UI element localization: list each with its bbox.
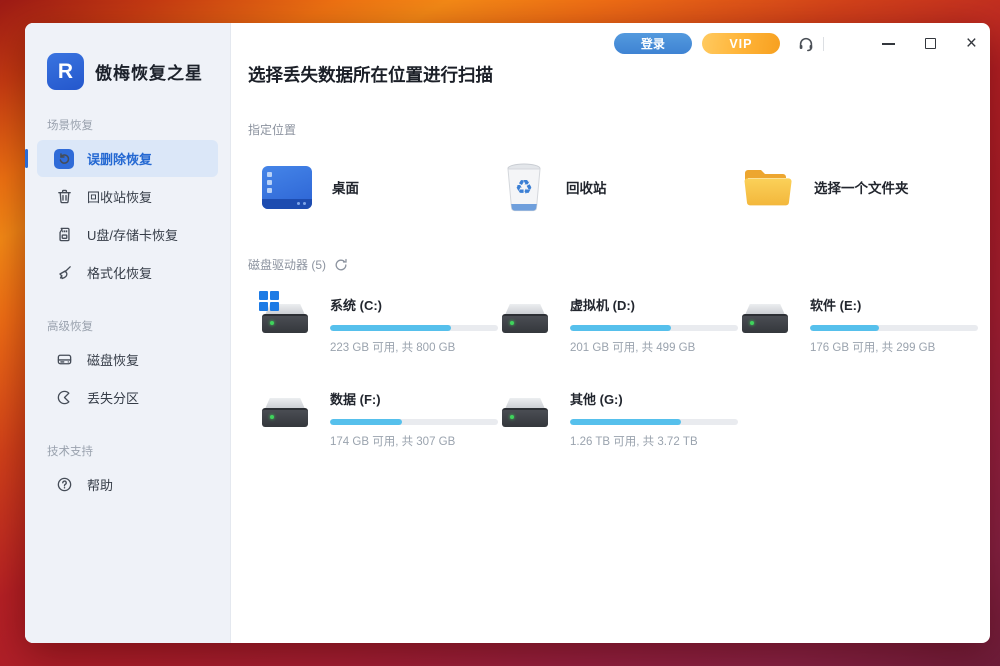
undo-icon — [54, 149, 74, 169]
hard-drive-icon — [502, 297, 548, 335]
drive-e[interactable]: 软件 (E:) 176 GB 可用, 共 299 GB — [742, 293, 982, 355]
svg-text:♻: ♻ — [515, 175, 533, 199]
sidebar-item-label: U盘/存储卡恢复 — [87, 225, 178, 244]
drive-name: 其他 (G:) — [570, 392, 623, 407]
location-recycle-bin[interactable]: ♻ 回收站 — [502, 162, 742, 212]
active-indicator-bar — [25, 149, 28, 168]
drive-d[interactable]: 虚拟机 (D:) 201 GB 可用, 共 499 GB — [502, 293, 742, 355]
titlebar-controls: 登录 VIP × — [614, 33, 977, 54]
login-button[interactable]: 登录 — [614, 33, 692, 54]
refresh-icon[interactable] — [334, 258, 348, 272]
sidebar: R 傲梅恢复之星 场景恢复 误删除恢复 回收站恢复 — [25, 23, 231, 643]
sidebar-section-tech-support: 技术支持 — [47, 443, 230, 459]
app-title: 傲梅恢复之星 — [95, 59, 203, 84]
sidebar-item-label: 误删除恢复 — [87, 149, 152, 168]
drive-usage-fill — [810, 325, 879, 331]
drive-usage-fill — [330, 419, 402, 425]
app-logo: R 傲梅恢复之星 — [25, 53, 230, 90]
drive-name: 软件 (E:) — [810, 298, 861, 313]
windows-logo-icon — [259, 291, 280, 312]
desktop-icon — [262, 166, 312, 209]
location-desktop[interactable]: 桌面 — [262, 162, 502, 212]
drive-name: 数据 (F:) — [330, 392, 381, 407]
drive-capacity-text: 1.26 TB 可用, 共 3.72 TB — [570, 433, 738, 449]
app-logo-icon: R — [47, 53, 84, 90]
sidebar-item-label: 格式化恢复 — [87, 263, 152, 282]
hard-drive-icon — [262, 391, 308, 429]
recycle-bin-icon: ♻ — [502, 162, 546, 212]
sidebar-item-undelete-recovery[interactable]: 误删除恢复 — [37, 140, 218, 177]
location-label: 选择一个文件夹 — [814, 177, 909, 197]
app-window: R 傲梅恢复之星 场景恢复 误删除恢复 回收站恢复 — [25, 23, 990, 643]
sidebar-item-usb-sd-recovery[interactable]: U盘/存储卡恢复 — [37, 216, 218, 253]
disk-icon — [54, 350, 74, 370]
sidebar-item-format-recovery[interactable]: 格式化恢复 — [37, 254, 218, 291]
divider — [823, 37, 824, 51]
location-label: 回收站 — [566, 177, 607, 197]
drive-usage-fill — [330, 325, 451, 331]
menu-icon[interactable] — [835, 37, 852, 50]
drive-name: 系统 (C:) — [330, 298, 382, 313]
vip-button[interactable]: VIP — [702, 33, 780, 54]
sidebar-item-label: 回收站恢复 — [87, 187, 152, 206]
sidebar-section-advanced-recovery: 高级恢复 — [47, 318, 230, 334]
drive-capacity-text: 201 GB 可用, 共 499 GB — [570, 339, 738, 355]
drive-f[interactable]: 数据 (F:) 174 GB 可用, 共 307 GB — [262, 387, 502, 449]
sidebar-item-recycle-bin-recovery[interactable]: 回收站恢复 — [37, 178, 218, 215]
sidebar-item-help[interactable]: 帮助 — [37, 466, 218, 503]
trash-icon — [54, 187, 74, 207]
headset-support-icon[interactable] — [797, 35, 815, 53]
drive-usage-bar — [330, 419, 498, 425]
main-panel: 登录 VIP × 选 — [231, 23, 990, 643]
drive-usage-fill — [570, 325, 671, 331]
broom-icon — [54, 263, 74, 283]
drive-usage-bar — [570, 325, 738, 331]
sidebar-item-label: 丢失分区 — [87, 388, 139, 407]
drive-usage-bar — [330, 325, 498, 331]
drive-usage-fill — [570, 419, 681, 425]
hard-drive-icon — [742, 297, 788, 335]
hard-drive-icon — [262, 297, 308, 335]
drive-capacity-text: 174 GB 可用, 共 307 GB — [330, 433, 498, 449]
help-icon — [54, 475, 74, 495]
drive-name: 虚拟机 (D:) — [570, 298, 635, 313]
drive-capacity-text: 176 GB 可用, 共 299 GB — [810, 339, 978, 355]
page-title: 选择丢失数据所在位置进行扫描 — [248, 62, 990, 87]
drives-grid: 系统 (C:) 223 GB 可用, 共 800 GB 虚拟机 (D:) 2 — [262, 293, 990, 449]
drive-usage-bar — [570, 419, 738, 425]
drive-g[interactable]: 其他 (G:) 1.26 TB 可用, 共 3.72 TB — [502, 387, 742, 449]
sd-card-icon — [54, 225, 74, 245]
locations-row: 桌面 ♻ 回收站 — [262, 162, 990, 212]
minimize-button[interactable] — [882, 43, 895, 45]
sidebar-item-disk-recovery[interactable]: 磁盘恢复 — [37, 341, 218, 378]
sidebar-section-scene-recovery: 场景恢复 — [47, 117, 230, 133]
drives-section-label: 磁盘驱动器 (5) — [248, 256, 326, 273]
location-label: 桌面 — [332, 177, 359, 197]
drive-usage-bar — [810, 325, 978, 331]
hard-drive-icon — [502, 391, 548, 429]
drive-capacity-text: 223 GB 可用, 共 800 GB — [330, 339, 498, 355]
lost-partition-icon — [54, 388, 74, 408]
close-button[interactable]: × — [966, 37, 977, 50]
maximize-button[interactable] — [925, 38, 936, 49]
sidebar-item-label: 帮助 — [87, 475, 113, 494]
drive-c[interactable]: 系统 (C:) 223 GB 可用, 共 800 GB — [262, 293, 502, 355]
location-choose-folder[interactable]: 选择一个文件夹 — [742, 162, 982, 212]
folder-icon — [742, 165, 794, 209]
locations-section-label: 指定位置 — [248, 121, 990, 138]
sidebar-item-lost-partition[interactable]: 丢失分区 — [37, 379, 218, 416]
sidebar-item-label: 磁盘恢复 — [87, 350, 139, 369]
